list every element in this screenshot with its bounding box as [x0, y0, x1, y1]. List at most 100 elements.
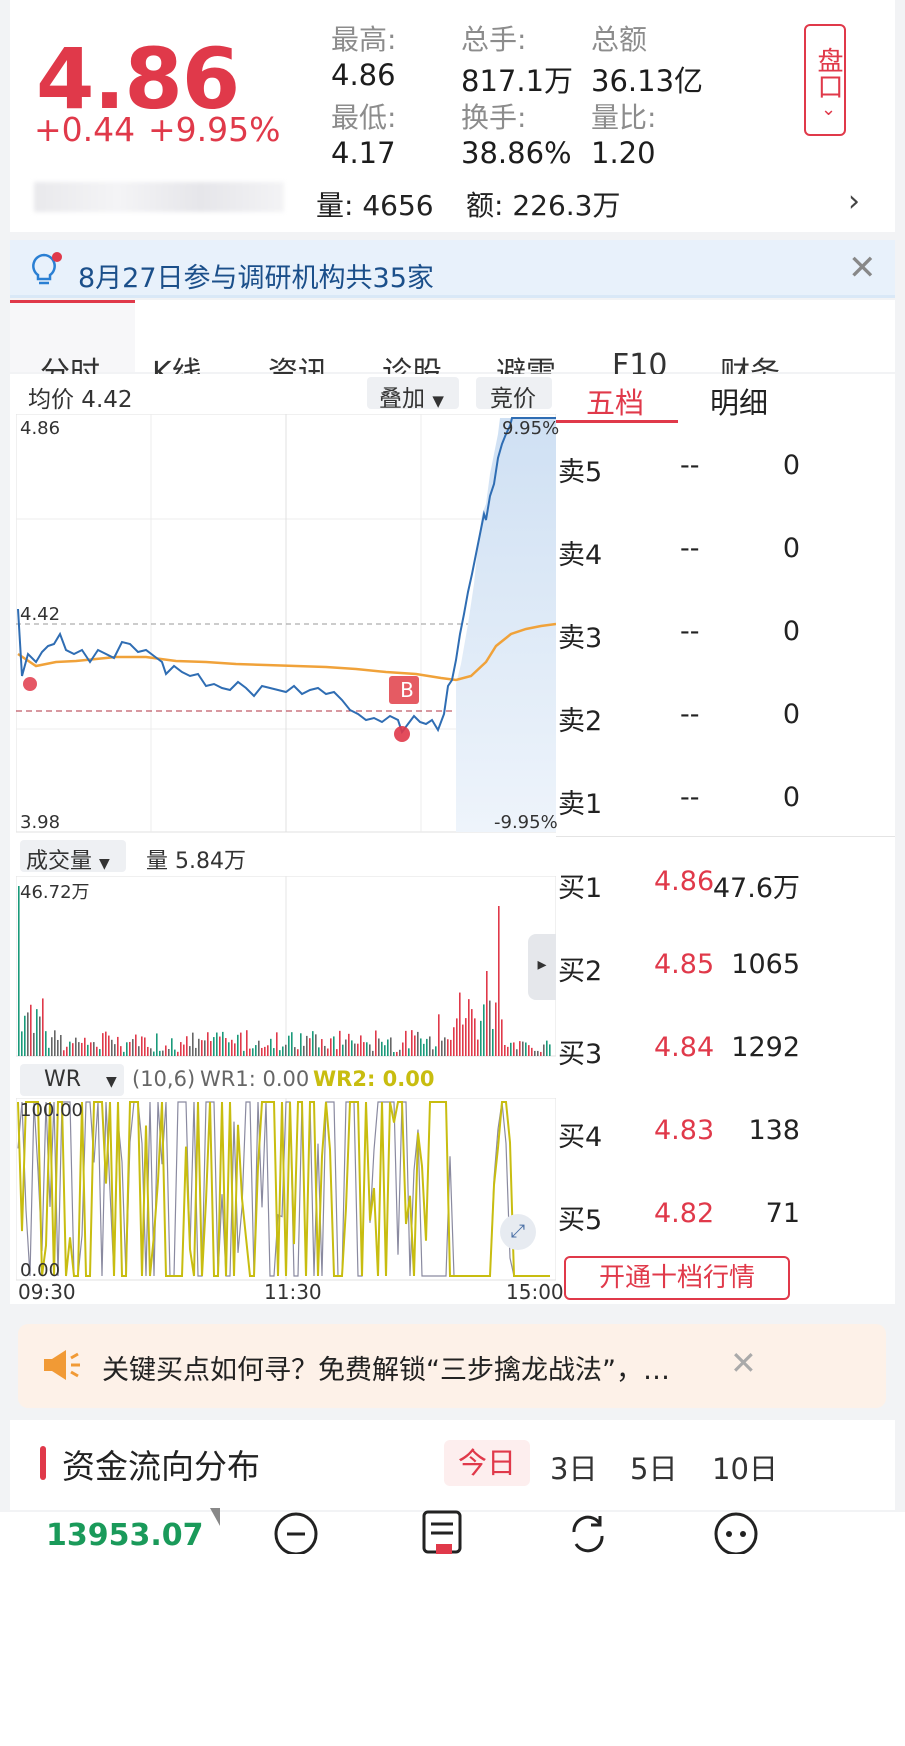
sell-point-marker — [23, 677, 37, 691]
volume-bar — [240, 1032, 242, 1056]
volume-bar — [510, 1042, 512, 1056]
volume-bar — [459, 992, 461, 1056]
open-ten-levels-button[interactable]: 开通十档行情 — [564, 1256, 790, 1300]
volume-bar — [51, 1037, 53, 1056]
volume-bar — [549, 1044, 551, 1056]
dropdown-triangle-icon: ▼ — [99, 856, 110, 872]
sell5-label: 卖5 — [558, 457, 603, 488]
volume-bar — [216, 1032, 218, 1056]
price-change: +0.44 — [34, 110, 136, 149]
volume-bar — [87, 1044, 89, 1056]
volume-bar — [126, 1042, 128, 1056]
volume-bar — [261, 1047, 263, 1056]
volume-bar — [537, 1050, 539, 1056]
volume-bar — [453, 1027, 455, 1056]
volume-bar — [378, 1038, 380, 1056]
volume-bar — [147, 1046, 149, 1056]
quote-card: 4.86 +0.44 +9.95% 最高: 4.86 总手: 817.1万 总额… — [10, 0, 895, 232]
more-icon[interactable] — [712, 1506, 760, 1554]
fund-flow-title: 资金流向分布 — [62, 1447, 260, 1486]
wr-select-label: WR — [44, 1067, 82, 1092]
wr-indicator-select[interactable]: WR ▼ — [20, 1064, 124, 1096]
stat-turnover-value: 38.86% — [461, 136, 572, 170]
volume-bar — [156, 1033, 158, 1056]
period-10d[interactable]: 10日 — [712, 1446, 778, 1488]
stat-turnover-label: 换手: — [461, 101, 527, 134]
pankou-button[interactable]: 盘口⌄ — [804, 24, 846, 136]
volume-bar — [303, 1045, 305, 1056]
buy1-label: 买1 — [558, 873, 603, 904]
volume-bar — [117, 1036, 119, 1056]
promo-banner[interactable]: 关键买点如何寻？免费解锁“三步擒龙战法”，… ✕ — [18, 1324, 886, 1408]
volume-bar — [186, 1036, 188, 1056]
volume-bar — [498, 906, 500, 1056]
intraday-price-chart — [16, 414, 556, 833]
volume-indicator-select[interactable]: 成交量 ▼ — [20, 840, 126, 874]
period-3d[interactable]: 3日 — [550, 1446, 597, 1488]
fullscreen-icon[interactable]: ⤢ — [500, 1214, 536, 1250]
tab-five-levels[interactable]: 五档 — [586, 380, 644, 422]
dropdown-triangle-icon: ▼ — [106, 1074, 117, 1090]
volume-bar — [288, 1035, 290, 1056]
wr-bottom-label: 0.00 — [20, 1260, 61, 1281]
volume-bar — [225, 1038, 227, 1056]
volume-bar — [357, 1043, 359, 1056]
volume-bar — [279, 1050, 281, 1056]
period-5d[interactable]: 5日 — [630, 1446, 677, 1488]
volume-bar — [468, 999, 470, 1056]
expand-panel-handle[interactable]: ▸ — [528, 934, 556, 1000]
period-today[interactable]: 今日 — [444, 1440, 530, 1486]
volume-bar — [372, 1050, 374, 1056]
volume-bar — [474, 1018, 476, 1056]
volume-bar — [21, 1031, 23, 1056]
volume-bar — [435, 1046, 437, 1056]
index-value[interactable]: 13953.07 — [46, 1518, 204, 1553]
close-icon[interactable]: ✕ — [730, 1344, 757, 1382]
volume-bar — [69, 1041, 71, 1056]
time-mid-label: 11:30 — [264, 1280, 322, 1304]
volume-bar — [93, 1042, 95, 1056]
minus-circle-icon[interactable] — [272, 1506, 320, 1554]
volume-bar — [24, 1015, 26, 1056]
buy4-volume: 138 — [748, 1115, 800, 1146]
sell4-volume: 0 — [782, 533, 800, 564]
volume-bar — [489, 1000, 491, 1056]
volume-bar — [42, 998, 44, 1056]
volume-bar — [300, 1033, 302, 1056]
volume-bar — [531, 1047, 533, 1056]
volume-bar — [342, 1044, 344, 1056]
volume-max-label: 46.72万 — [20, 882, 90, 903]
sell5-volume: 0 — [782, 450, 800, 481]
volume-bar — [132, 1039, 134, 1056]
volume-bar — [480, 1020, 482, 1056]
volume-bar — [519, 1041, 521, 1056]
volume-bar — [174, 1049, 176, 1056]
volume-bar — [138, 1046, 140, 1056]
document-icon[interactable] — [418, 1506, 466, 1554]
volume-bar — [234, 1043, 236, 1056]
close-icon[interactable]: ✕ — [848, 248, 877, 288]
notice-bar[interactable]: 8月27日参与调研机构共35家 ✕ — [10, 240, 895, 298]
volume-bar — [264, 1046, 266, 1056]
blurred-stock-name — [34, 182, 284, 212]
auction-button[interactable]: 竞价 — [476, 377, 552, 412]
volume-bar — [60, 1034, 62, 1056]
volume-bar — [258, 1040, 260, 1056]
refresh-icon[interactable] — [564, 1506, 612, 1554]
volume-bar — [255, 1045, 257, 1056]
volume-bar — [543, 1044, 545, 1056]
sell1-volume: 0 — [782, 782, 800, 813]
volume-bar — [351, 1040, 353, 1056]
volume-bar — [486, 971, 488, 1056]
megaphone-icon — [44, 1350, 80, 1380]
volume-bar — [495, 1002, 497, 1056]
volume-bar — [222, 1031, 224, 1056]
chevron-right-icon[interactable]: › — [848, 184, 860, 219]
amount-line: 额: 226.3万 — [466, 189, 621, 222]
section-accent-bar — [40, 1446, 46, 1480]
tab-details[interactable]: 明细 — [710, 380, 768, 422]
overlay-button[interactable]: 叠加 ▼ — [367, 377, 459, 412]
time-end-label: 15:00 — [506, 1280, 564, 1304]
volume-bar — [306, 1035, 308, 1056]
volume-bar — [414, 1035, 416, 1056]
